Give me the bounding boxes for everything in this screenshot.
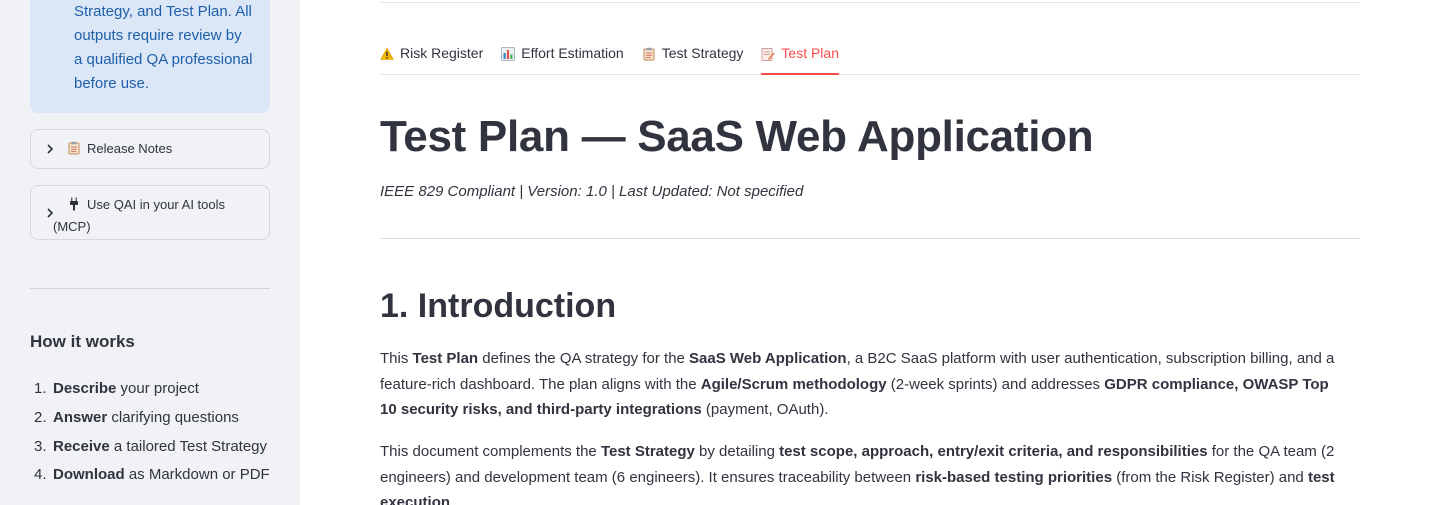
release-notes-label: Release Notes — [87, 141, 173, 156]
release-notes-expander[interactable]: Release Notes — [30, 129, 270, 169]
tab-test-plan[interactable]: Test Plan — [761, 43, 839, 75]
steps-list: 1. Describe your project 2. Answer clarify… — [30, 375, 270, 490]
mcp-expander[interactable]: Use QAI in your AI tools (MCP) — [30, 185, 270, 240]
page-title: Test Plan — SaaS Web Application — [380, 112, 1094, 161]
step-item: 4. Download as Markdown or PDF — [34, 466, 270, 484]
sidebar-divider — [30, 288, 270, 289]
sidebar: Strategy, and Test Plan. All outputs req… — [0, 0, 300, 505]
tab-test-strategy[interactable]: Test Strategy — [642, 43, 743, 74]
step-item: 1. Describe your project — [34, 380, 199, 397]
section-title-introduction: 1. Introduction — [380, 287, 617, 325]
info-line: Strategy, and Test Plan. All — [74, 3, 252, 20]
top-divider — [380, 2, 1360, 3]
main-content: Risk Register Effort Estimation Test Str… — [300, 0, 1440, 505]
info-line: a qualified QA professional — [74, 51, 253, 68]
how-it-works-heading: How it works — [30, 332, 135, 351]
chevron-right-icon — [45, 144, 55, 154]
bar-chart-icon — [501, 47, 516, 61]
tab-bar: Risk Register Effort Estimation Test Str… — [380, 43, 1360, 75]
step-item: 2. Answer clarifying questions — [34, 408, 239, 426]
mcp-label-line2: (MCP) — [53, 219, 91, 234]
intro-paragraph-1: This Test Plan defines the QA strategy f… — [380, 350, 1335, 419]
step-item: 3. Receive a tailored Test Strategy — [34, 437, 268, 455]
content-divider — [380, 238, 1360, 239]
intro-paragraph-2: This document complements the Test Strat… — [380, 443, 1335, 505]
plug-icon — [70, 197, 78, 211]
tab-effort-estimation[interactable]: Effort Estimation — [501, 43, 624, 74]
tab-risk-register[interactable]: Risk Register — [380, 43, 483, 74]
document-meta: IEEE 829 Compliant | Version: 1.0 | Last… — [380, 183, 804, 200]
info-callout: Strategy, and Test Plan. All outputs req… — [30, 0, 270, 113]
clipboard-icon — [68, 141, 80, 155]
info-line: before use. — [74, 75, 150, 92]
memo-icon — [762, 48, 775, 61]
clipboard-icon — [643, 47, 655, 61]
info-line: outputs require review by — [74, 27, 242, 44]
warning-icon — [380, 47, 394, 60]
mcp-label-line1: Use QAI in your AI tools — [87, 197, 226, 212]
